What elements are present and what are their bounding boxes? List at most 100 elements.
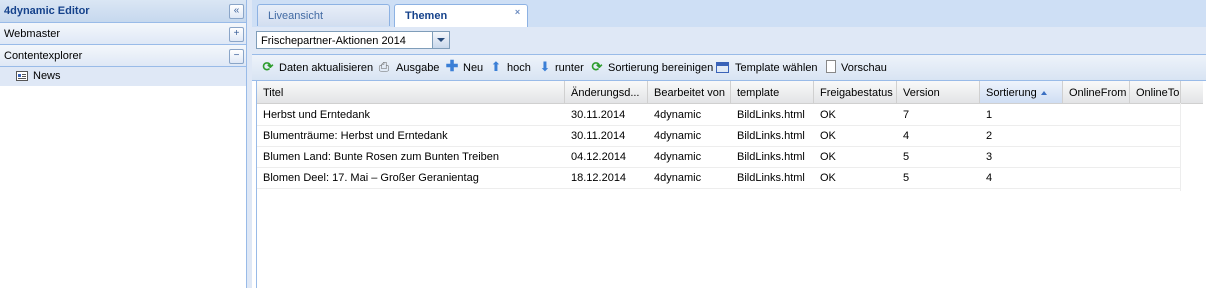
grid-header: Titel Änderungsd... Bearbeitet von templ… [257, 81, 1203, 104]
sort-ascending-icon [1041, 91, 1047, 95]
expand-icon[interactable]: + [229, 27, 244, 42]
cell-text: 4dynamic [654, 172, 702, 184]
arrow-up-icon: ⬆ [490, 59, 502, 74]
cell-template: BildLinks.html [731, 125, 814, 146]
cell-sortierung: 3 [980, 146, 1063, 167]
new-label: Neu [463, 62, 484, 74]
cell-version: 7 [897, 104, 980, 125]
plus-icon: ✚ [445, 58, 459, 75]
cell-onlineto [1130, 125, 1181, 146]
tab-themen[interactable]: Themen × [394, 4, 528, 28]
cell-text: BildLinks.html [737, 109, 805, 121]
column-header-label: template [737, 87, 780, 99]
column-header-label: Titel [263, 87, 284, 99]
left-panel-header: 4dynamic Editor « [0, 0, 246, 23]
cell-text: 2 [986, 130, 993, 142]
column-header-onlineto[interactable]: OnlineTo [1130, 81, 1181, 103]
cell-bearbeitet: 4dynamic [648, 104, 731, 125]
cell-text: 4dynamic [654, 151, 702, 163]
cell-text: 4 [903, 130, 910, 142]
cell-version: 5 [897, 167, 980, 188]
cell-text: BildLinks.html [737, 130, 805, 142]
cell-text: Blumenträume: Herbst und Erntedank [263, 130, 448, 142]
preview-button[interactable]: Vorschau [824, 60, 890, 76]
cell-template: BildLinks.html [731, 167, 814, 188]
column-header-version[interactable]: Version [897, 81, 980, 103]
app-title: 4dynamic Editor [4, 5, 90, 17]
close-icon[interactable]: × [513, 8, 522, 17]
cell-text: OK [820, 151, 836, 163]
collapse-icon[interactable]: − [229, 49, 244, 64]
move-down-button[interactable]: ⬇ runter [538, 60, 588, 76]
cell-onlineto [1130, 146, 1181, 167]
refresh-icon: ⟳ [262, 59, 274, 74]
section-label: Contentexplorer [4, 50, 83, 62]
grid-toolbar: ⟳ Daten aktualisieren ⎙ Ausgabe ✚ Neu ⬆ … [252, 55, 1206, 81]
cell-text: 18.12.2014 [571, 172, 627, 184]
column-header-freigabestatus[interactable]: Freigabestatus [814, 81, 897, 103]
campaign-select[interactable]: Frischepartner-Aktionen 2014 [256, 31, 450, 49]
tab-label: Themen [405, 10, 448, 22]
double-chevron-left-icon[interactable]: « [229, 4, 244, 19]
cell-text: Herbst und Erntedank [263, 109, 371, 121]
cell-text: Blomen Deel: 17. Mai – Großer Geranienta… [263, 172, 479, 184]
tab-strip: Liveansicht Themen × [252, 0, 1206, 28]
cell-onlineto [1130, 104, 1181, 125]
table-row[interactable]: Blumenträume: Herbst und Erntedank 30.11… [257, 125, 1181, 147]
printer-icon: ⎙ [378, 59, 390, 74]
arrow-down-icon: ⬇ [539, 59, 551, 74]
column-header-sortierung[interactable]: Sortierung [980, 81, 1063, 103]
refresh-label: Daten aktualisieren [279, 62, 374, 74]
cell-titel: Blomen Deel: 17. Mai – Großer Geranienta… [257, 167, 565, 188]
table-row[interactable]: Blomen Deel: 17. Mai – Großer Geranienta… [257, 167, 1181, 189]
cell-onlinefrom [1063, 146, 1130, 167]
column-header-template[interactable]: template [731, 81, 814, 103]
tree-item-label: News [33, 70, 61, 82]
chevron-down-icon[interactable] [432, 32, 449, 48]
clean-sort-button[interactable]: ⟳ Sortierung bereinigen [590, 60, 714, 76]
tree-item-news[interactable]: News [0, 67, 246, 86]
cell-template: BildLinks.html [731, 104, 814, 125]
column-header-label: Bearbeitet von [654, 87, 725, 99]
tab-label: Liveansicht [268, 10, 324, 22]
column-header-onlinefrom[interactable]: OnlineFrom [1063, 81, 1130, 103]
new-button[interactable]: ✚ Neu [445, 58, 485, 76]
section-webmaster[interactable]: Webmaster + [0, 23, 246, 45]
column-header-bearbeitet-von[interactable]: Bearbeitet von [648, 81, 731, 103]
cell-text: 5 [903, 172, 910, 184]
cell-version: 4 [897, 125, 980, 146]
cell-titel: Herbst und Erntedank [257, 104, 565, 125]
cell-status: OK [814, 125, 897, 146]
column-header-aenderungsdatum[interactable]: Änderungsd... [565, 81, 648, 103]
column-header-label: Version [903, 87, 940, 99]
cell-datum: 30.11.2014 [565, 125, 648, 146]
selector-bar: Frischepartner-Aktionen 2014 [252, 27, 1206, 55]
cell-titel: Blumen Land: Bunte Rosen zum Bunten Trei… [257, 146, 565, 167]
cell-onlinefrom [1063, 104, 1130, 125]
cell-text: 4dynamic [654, 109, 702, 121]
move-up-button[interactable]: ⬆ hoch [489, 60, 533, 76]
section-label: Webmaster [4, 28, 61, 40]
cell-text: 7 [903, 109, 910, 121]
cell-bearbeitet: 4dynamic [648, 125, 731, 146]
cell-sortierung: 2 [980, 125, 1063, 146]
cell-text: 1 [986, 109, 993, 121]
cell-text: 04.12.2014 [571, 151, 627, 163]
cell-onlinefrom [1063, 125, 1130, 146]
refresh-button[interactable]: ⟳ Daten aktualisieren [261, 59, 374, 76]
preview-label: Vorschau [841, 62, 887, 74]
left-panel: 4dynamic Editor « Webmaster + Contentexp… [0, 0, 247, 288]
cell-onlineto [1130, 167, 1181, 188]
table-row[interactable]: Blumen Land: Bunte Rosen zum Bunten Trei… [257, 146, 1181, 168]
column-header-label: OnlineTo [1136, 87, 1180, 99]
output-button[interactable]: ⎙ Ausgabe [377, 59, 440, 76]
template-button[interactable]: Template wählen [716, 60, 820, 76]
tab-liveansicht[interactable]: Liveansicht [257, 4, 390, 26]
campaign-select-value: Frischepartner-Aktionen 2014 [261, 35, 406, 47]
column-header-titel[interactable]: Titel [257, 81, 565, 103]
table-row[interactable]: Herbst und Erntedank 30.11.2014 4dynamic… [257, 104, 1181, 126]
cell-text: 30.11.2014 [571, 109, 626, 121]
cell-status: OK [814, 146, 897, 167]
section-contentexplorer[interactable]: Contentexplorer − [0, 45, 246, 67]
cell-datum: 30.11.2014 [565, 104, 648, 125]
